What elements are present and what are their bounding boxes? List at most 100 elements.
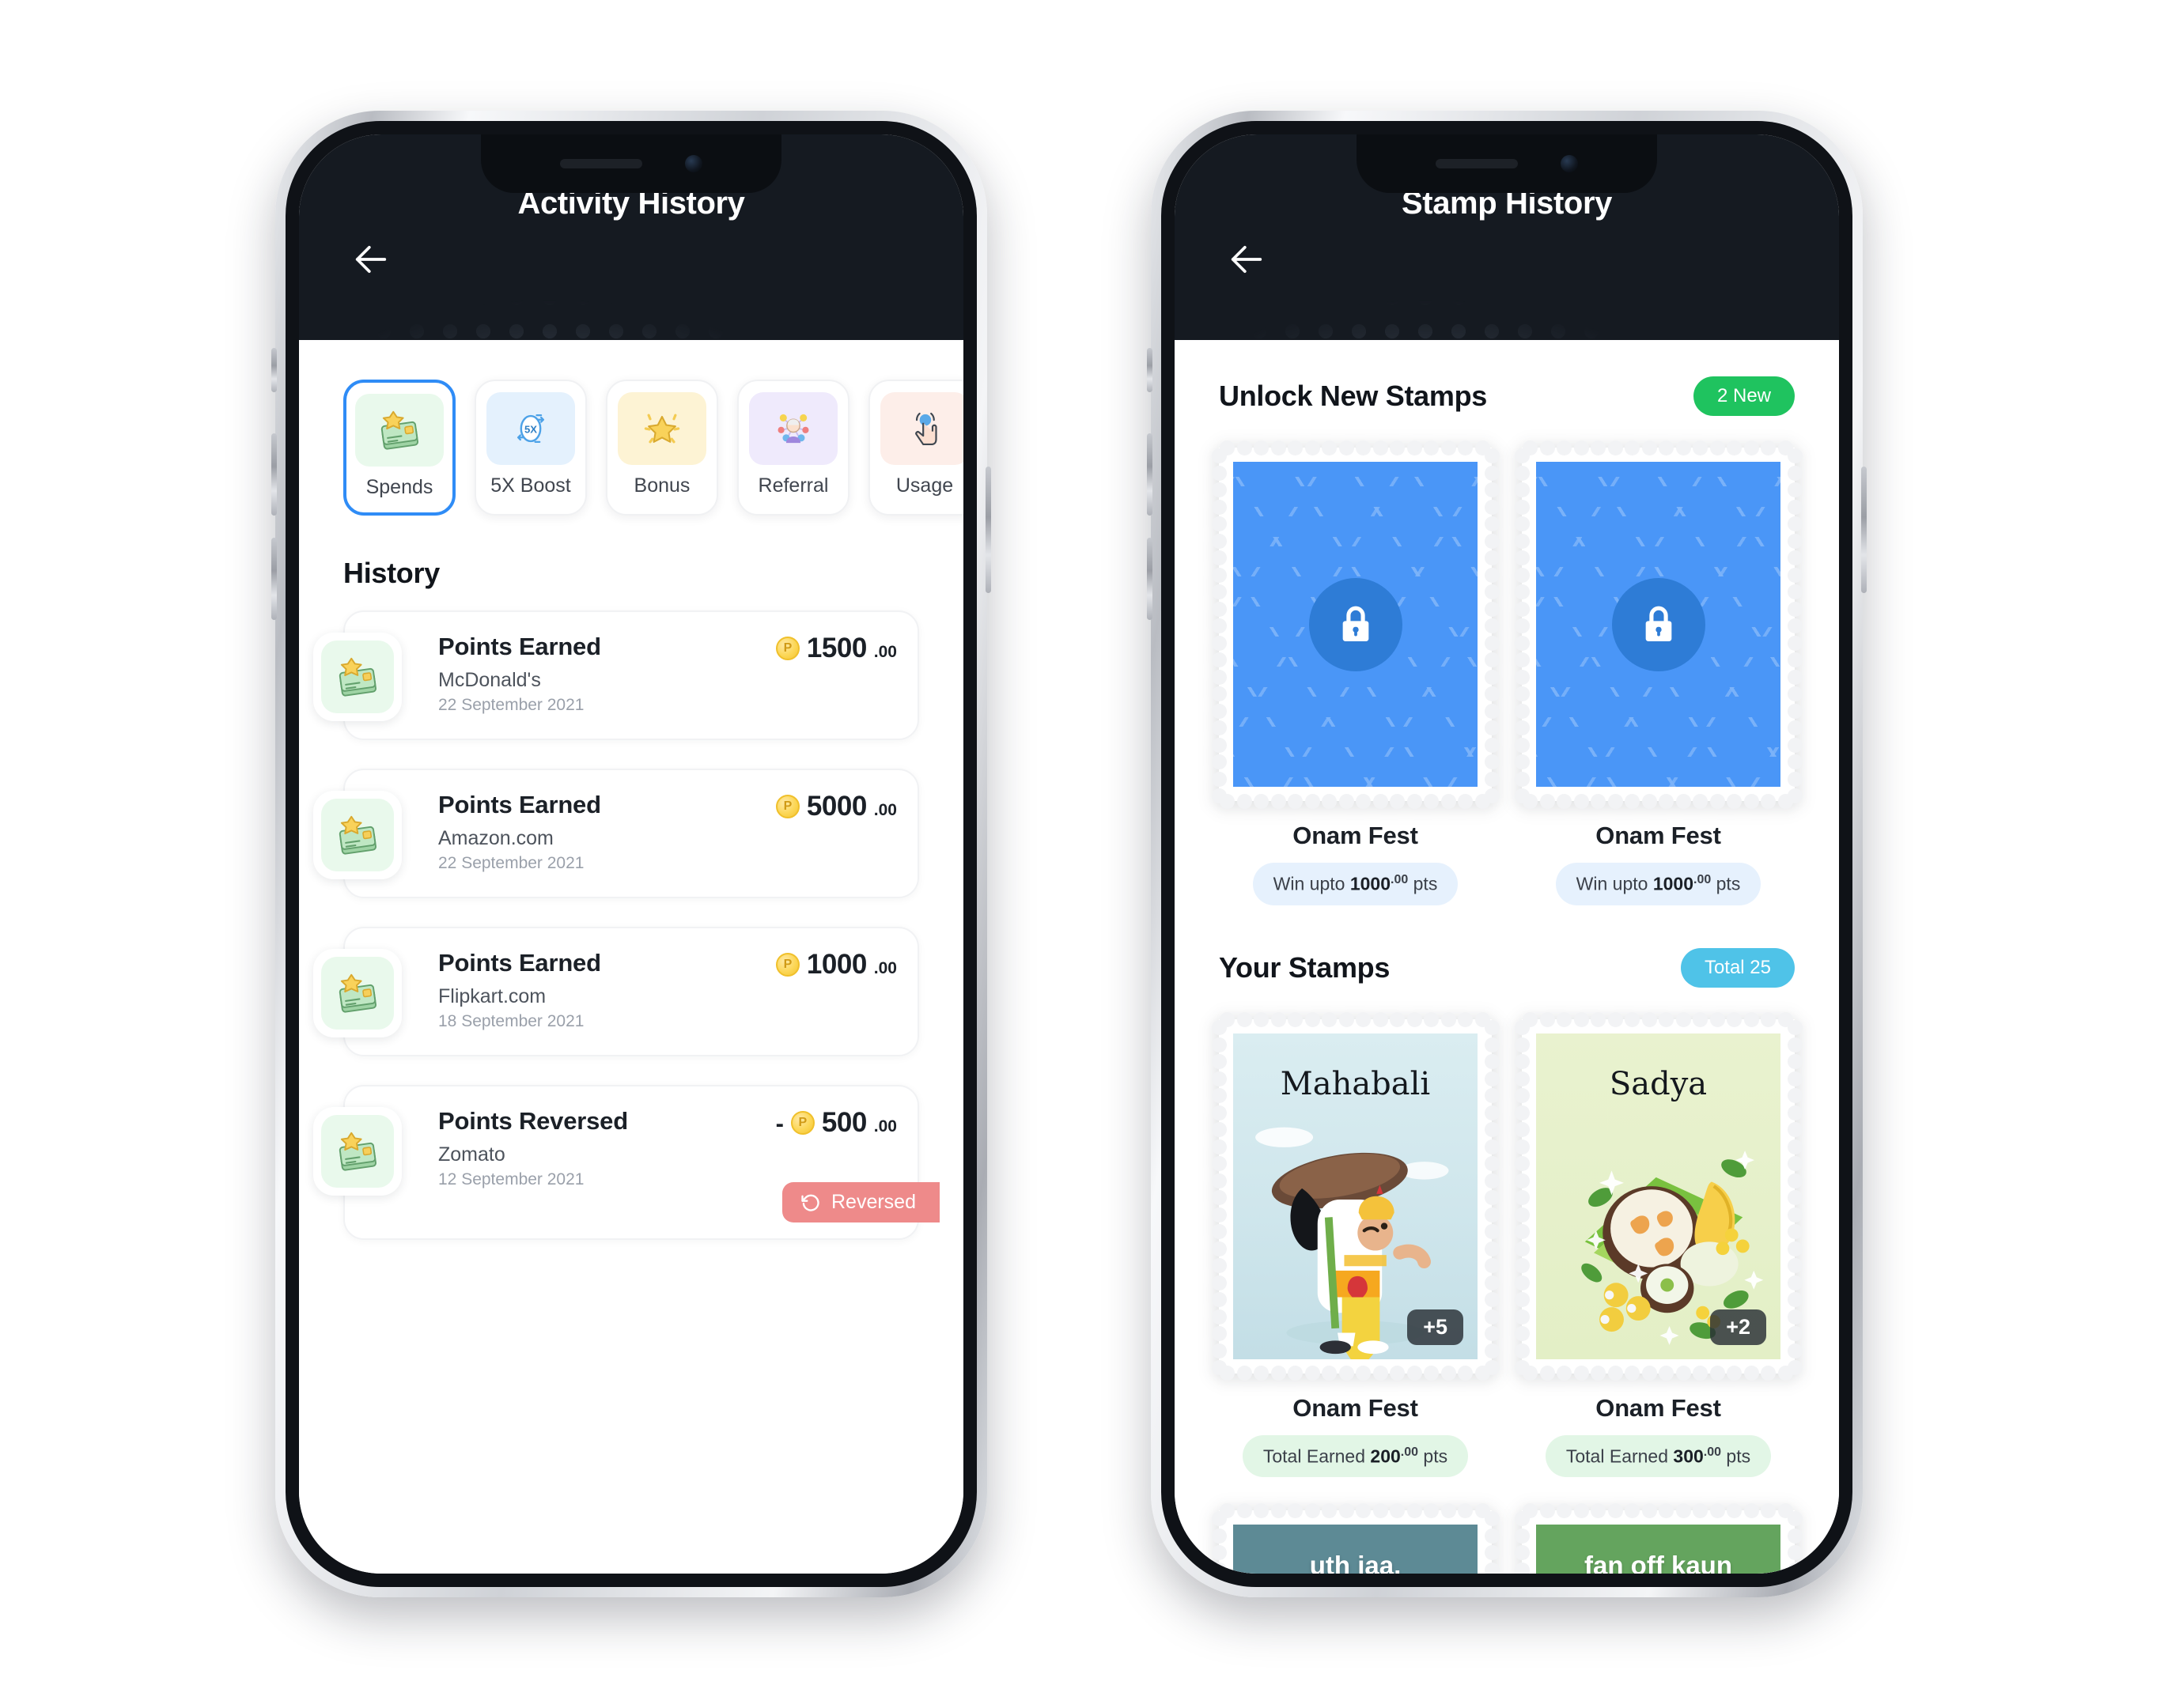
stamp-perforation bbox=[1484, 771, 1500, 787]
owned-stamp-card[interactable]: Sadya +2 Onam Fest Total Earned 300.00 p… bbox=[1514, 1011, 1803, 1478]
stamp-perforation bbox=[1514, 652, 1530, 668]
stamp-perforation bbox=[1211, 567, 1227, 583]
stamp-perforation bbox=[1322, 1011, 1338, 1027]
stamp-perforation bbox=[1787, 1037, 1803, 1052]
stamp-frame[interactable]: fan off kaun karega bbox=[1514, 1502, 1803, 1574]
stamp-frame[interactable] bbox=[1211, 440, 1500, 809]
stamp-perforation bbox=[1270, 1011, 1286, 1027]
power-button[interactable] bbox=[986, 467, 991, 593]
stamp-perforation bbox=[1484, 1224, 1500, 1240]
owned-stamp-card[interactable]: fan off kaun karega bbox=[1514, 1502, 1803, 1574]
category-referral[interactable]: Referral bbox=[737, 380, 850, 516]
stamp-perforation bbox=[1484, 788, 1500, 804]
stamp-perforation bbox=[1743, 1366, 1759, 1381]
row-date: 22 September 2021 bbox=[438, 696, 585, 714]
stamp-perforation bbox=[1390, 1011, 1406, 1027]
stamp-frame[interactable]: Mahabali +5 bbox=[1211, 1011, 1500, 1381]
stamp-perforation bbox=[1514, 720, 1530, 736]
stamp-perforation bbox=[1693, 440, 1708, 455]
volume-up-button[interactable] bbox=[271, 433, 277, 516]
status-badge-label: Reversed bbox=[831, 1191, 916, 1213]
stamp-perforation bbox=[1787, 1173, 1803, 1188]
stamp-perforation bbox=[1514, 516, 1530, 532]
stamp-perforation bbox=[1787, 754, 1803, 770]
stamp-perforation bbox=[1514, 482, 1530, 498]
stamp-perforation bbox=[1211, 1360, 1227, 1376]
stamp-perforation bbox=[1390, 1366, 1406, 1381]
mute-switch[interactable] bbox=[1147, 348, 1152, 392]
stamp-perforation bbox=[1484, 1122, 1500, 1138]
unlock-section-header: Unlock New Stamps 2 New bbox=[1219, 376, 1795, 416]
stamp-perforation bbox=[1514, 1309, 1530, 1324]
stamp-perforation bbox=[1787, 1156, 1803, 1172]
stamp-perforation bbox=[1573, 793, 1589, 809]
stamp-perforation bbox=[1211, 499, 1227, 515]
owned-stamp-card[interactable]: Mahabali +5 Onam Fest Total Earned 200.0… bbox=[1211, 1011, 1500, 1478]
stamp-perforation bbox=[1484, 1190, 1500, 1206]
spends-card-star-icon bbox=[321, 640, 394, 713]
stamp-perforation bbox=[1211, 652, 1227, 668]
table-row[interactable]: Points Earned Amazon.com 22 September 20… bbox=[313, 769, 919, 898]
row-points-value: 500 bbox=[821, 1107, 867, 1138]
spends-card-star-icon bbox=[321, 1115, 394, 1188]
stamp-perforation bbox=[1211, 465, 1227, 481]
stamp-perforation bbox=[1304, 1366, 1320, 1381]
stamp-perforation bbox=[1514, 635, 1530, 651]
category-spends[interactable]: Spends bbox=[343, 380, 456, 516]
locked-stamp-art bbox=[1536, 462, 1780, 788]
stamp-perforation bbox=[1659, 1011, 1674, 1027]
volume-down-button[interactable] bbox=[271, 538, 277, 620]
owned-stamp-card[interactable]: uth jaa, 12 baj gaye bbox=[1211, 1502, 1500, 1574]
points-prefix: Win upto bbox=[1576, 874, 1648, 895]
category-filter-strip[interactable]: Spends 5X 5X Boost Bonus Referral Usage bbox=[299, 340, 963, 516]
screenshot-canvas: Activity History Spends 5X 5X Boost Bonu… bbox=[0, 0, 2172, 1708]
stamp-perforation bbox=[1514, 1190, 1530, 1206]
category-5x-boost[interactable]: 5X 5X Boost bbox=[475, 380, 587, 516]
stamp-perforation bbox=[1727, 1502, 1743, 1518]
power-button[interactable] bbox=[1861, 467, 1867, 593]
stamp-perforation bbox=[1787, 1054, 1803, 1070]
table-row[interactable]: Points Earned Flipkart.com 18 September … bbox=[313, 927, 919, 1056]
row-amount: P 1500 .00 bbox=[775, 633, 897, 664]
stamp-perforation bbox=[1787, 1326, 1803, 1342]
bonus-star-icon bbox=[618, 392, 706, 465]
category-bonus[interactable]: Bonus bbox=[606, 380, 718, 516]
stamp-perforation bbox=[1514, 1156, 1530, 1172]
back-arrow-icon[interactable] bbox=[1222, 235, 1271, 284]
stamp-frame[interactable]: Sadya +2 bbox=[1514, 1011, 1803, 1381]
volume-up-button[interactable] bbox=[1147, 433, 1152, 516]
volume-down-button[interactable] bbox=[1147, 538, 1152, 620]
stamp-perforation bbox=[1211, 601, 1227, 617]
stamp-perforation bbox=[1484, 1037, 1500, 1052]
table-row[interactable]: Points Earned McDonald's 22 September 20… bbox=[313, 610, 919, 740]
category-usage[interactable]: Usage bbox=[868, 380, 963, 516]
stamp-frame[interactable] bbox=[1514, 440, 1803, 809]
stamp-count-badge: +2 bbox=[1710, 1309, 1766, 1345]
stamp-perforation bbox=[1761, 440, 1777, 455]
stamp-perforation bbox=[1514, 1071, 1530, 1086]
locked-stamp-card[interactable]: Onam Fest Win upto 1000.00 pts bbox=[1514, 440, 1803, 906]
back-arrow-icon[interactable] bbox=[346, 235, 395, 284]
stamp-perforation bbox=[1458, 793, 1474, 809]
stamp-count-badge: +5 bbox=[1407, 1309, 1463, 1345]
stamp-perforation bbox=[1484, 720, 1500, 736]
owned-stamps-grid-row2: uth jaa, 12 baj gaye bbox=[1211, 1502, 1803, 1574]
stamp-perforation bbox=[1787, 720, 1803, 736]
stamp-perforation bbox=[1484, 601, 1500, 617]
points-value: 1000 bbox=[1349, 874, 1391, 895]
row-title: Points Reversed bbox=[438, 1107, 628, 1135]
total-count-badge: Total 25 bbox=[1680, 948, 1795, 988]
stamp-frame[interactable]: uth jaa, 12 baj gaye bbox=[1211, 1502, 1500, 1574]
stamp-perforation bbox=[1288, 793, 1304, 809]
points-coin-icon: P bbox=[775, 795, 800, 818]
stamp-perforation bbox=[1787, 1071, 1803, 1086]
locked-stamp-card[interactable]: Onam Fest Win upto 1000.00 pts bbox=[1211, 440, 1500, 906]
stamp-perforation bbox=[1787, 618, 1803, 634]
stamp-perforation bbox=[1236, 1366, 1252, 1381]
stamp-perforation bbox=[1514, 1207, 1530, 1222]
mute-switch[interactable] bbox=[271, 348, 277, 392]
screen-stamps: Stamp History Unlock New Stamps 2 New On… bbox=[1175, 134, 1839, 1574]
stamp-perforation bbox=[1641, 1366, 1657, 1381]
stamp-perforation bbox=[1743, 440, 1759, 455]
table-row[interactable]: Points Reversed Zomato 12 September 2021… bbox=[313, 1085, 940, 1240]
